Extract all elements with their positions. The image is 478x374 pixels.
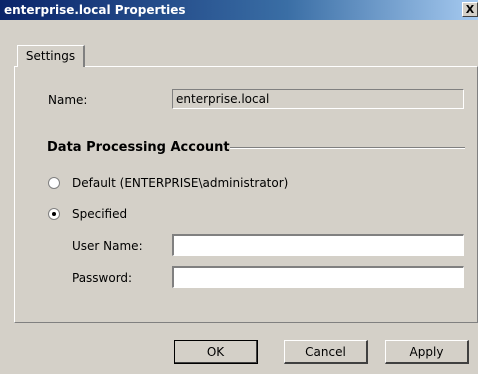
data-processing-account-heading: Data Processing Account — [47, 140, 234, 156]
name-label: Name: — [48, 93, 88, 107]
title-bar: enterprise.local Properties X — [0, 0, 478, 20]
close-button[interactable]: X — [462, 2, 478, 17]
username-input[interactable] — [172, 234, 464, 256]
group-divider — [230, 147, 465, 149]
password-label: Password: — [72, 271, 133, 285]
close-icon: X — [465, 3, 475, 16]
window-title: enterprise.local Properties — [4, 3, 186, 17]
password-input[interactable] — [172, 266, 464, 288]
specified-account-radio[interactable] — [48, 208, 60, 220]
default-account-label[interactable]: Default (ENTERPRISE\administrator) — [72, 175, 288, 191]
username-label: User Name: — [72, 239, 143, 253]
apply-button[interactable]: Apply — [385, 340, 469, 364]
radio-selected-dot — [52, 212, 56, 216]
tab-settings[interactable]: Settings — [17, 45, 85, 67]
name-field: enterprise.local — [172, 89, 464, 109]
tab-settings-label: Settings — [25, 49, 76, 63]
specified-account-label[interactable]: Specified — [72, 206, 127, 222]
cancel-button[interactable]: Cancel — [284, 340, 368, 364]
default-account-radio[interactable] — [48, 177, 60, 189]
ok-button[interactable]: OK — [174, 340, 258, 364]
